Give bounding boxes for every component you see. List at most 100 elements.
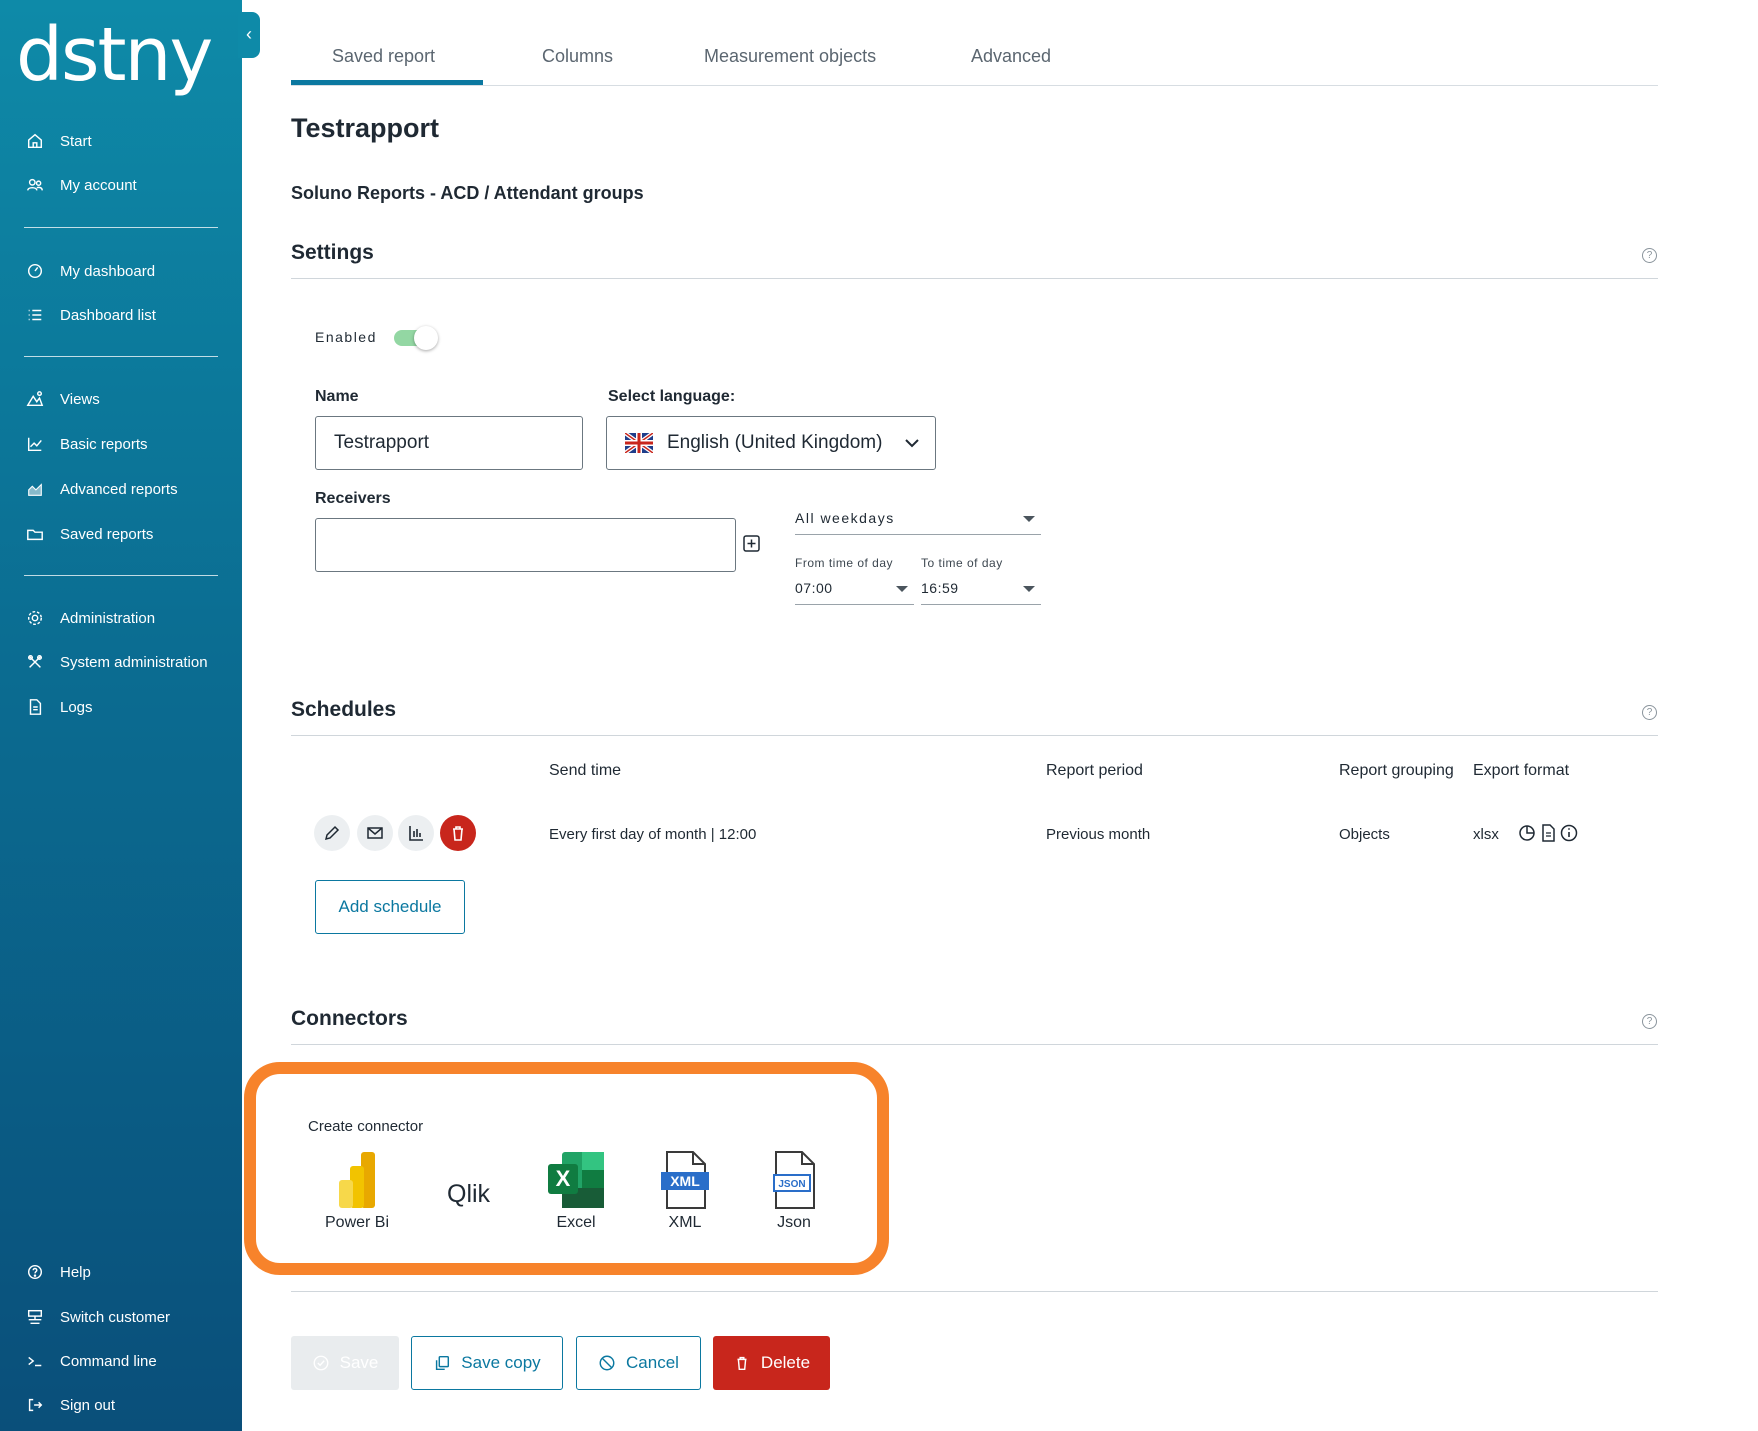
page-title: Testrapport bbox=[291, 113, 440, 143]
sidebar-item-label: Advanced reports bbox=[60, 480, 178, 498]
name-label: Name bbox=[315, 388, 359, 405]
active-tab-indicator bbox=[291, 80, 483, 85]
sidebar-item-start[interactable]: Start bbox=[24, 126, 234, 156]
sidebar-item-help[interactable]: Help bbox=[24, 1257, 234, 1287]
document-icon[interactable] bbox=[1538, 823, 1558, 843]
language-value: English (United Kingdom) bbox=[667, 432, 883, 453]
column-header-export-format: Export format bbox=[1473, 762, 1570, 779]
xml-icon: XML bbox=[661, 1151, 709, 1209]
sidebar-item-my-account[interactable]: My account bbox=[24, 170, 234, 200]
sidebar-item-label: Sign out bbox=[60, 1396, 116, 1414]
sidebar-item-sign-out[interactable]: Sign out bbox=[24, 1390, 234, 1420]
save-copy-button[interactable]: Save copy bbox=[411, 1336, 563, 1390]
sidebar: dstny Start My account My dashboard Dash… bbox=[0, 0, 242, 1431]
enabled-toggle[interactable] bbox=[394, 326, 438, 350]
views-icon bbox=[24, 388, 46, 410]
line-chart-icon bbox=[24, 433, 46, 455]
save-button: Save bbox=[291, 1336, 399, 1390]
sidebar-item-label: My dashboard bbox=[60, 262, 156, 280]
weekdays-select[interactable]: All weekdays bbox=[795, 505, 1041, 535]
dstny-logo[interactable]: dstny bbox=[16, 10, 213, 100]
delete-button[interactable]: Delete bbox=[713, 1336, 830, 1390]
excel-icon-glyph: X bbox=[556, 1166, 571, 1191]
from-time-select[interactable]: 07:00 bbox=[795, 575, 914, 605]
sidebar-item-command-line[interactable]: Command line bbox=[24, 1346, 234, 1376]
sidebar-item-switch-customer[interactable]: Switch customer bbox=[24, 1302, 234, 1332]
connectors-title: Connectors bbox=[291, 1007, 408, 1030]
toggle-knob bbox=[414, 326, 438, 350]
connector-json[interactable]: JSON Json bbox=[766, 1150, 822, 1232]
language-label: Select language: bbox=[608, 388, 736, 405]
cancel-button[interactable]: Cancel bbox=[576, 1336, 701, 1390]
tab-saved-report[interactable]: Saved report bbox=[332, 46, 435, 67]
sidebar-item-administration[interactable]: Administration bbox=[24, 603, 234, 633]
json-label: Json bbox=[777, 1214, 811, 1231]
connector-excel[interactable]: X Excel bbox=[544, 1150, 608, 1232]
tab-measurement-objects[interactable]: Measurement objects bbox=[704, 46, 876, 67]
create-connector-label: Create connector bbox=[308, 1118, 424, 1135]
envelope-icon bbox=[367, 827, 383, 839]
connector-power-bi[interactable]: Power Bi bbox=[325, 1150, 389, 1232]
caret-down-icon bbox=[1023, 516, 1035, 522]
sidebar-item-label: Logs bbox=[60, 698, 93, 716]
uk-flag-icon bbox=[625, 433, 653, 453]
sidebar-item-advanced-reports[interactable]: Advanced reports bbox=[24, 474, 234, 504]
to-time-value: 16:59 bbox=[921, 580, 959, 596]
connector-xml[interactable]: XML XML bbox=[657, 1150, 713, 1232]
to-time-select[interactable]: 16:59 bbox=[921, 575, 1041, 605]
export-format-cell: xlsx bbox=[1473, 826, 1499, 843]
json-icon: JSON bbox=[773, 1151, 815, 1209]
schedules-help-icon[interactable]: ? bbox=[1642, 705, 1657, 720]
connectors-help-icon[interactable]: ? bbox=[1642, 1014, 1657, 1029]
tab-advanced[interactable]: Advanced bbox=[971, 46, 1051, 67]
copy-icon bbox=[436, 1355, 450, 1371]
xml-label: XML bbox=[668, 1214, 702, 1231]
sidebar-item-label: Command line bbox=[60, 1352, 157, 1370]
switch-icon bbox=[24, 1306, 46, 1328]
sidebar-item-my-dashboard[interactable]: My dashboard bbox=[24, 256, 234, 286]
language-select[interactable]: English (United Kingdom) bbox=[606, 416, 936, 470]
sidebar-item-dashboard-list[interactable]: Dashboard list bbox=[24, 300, 234, 330]
cancel-label: Cancel bbox=[626, 1353, 679, 1372]
add-schedule-button[interactable]: Add schedule bbox=[315, 880, 465, 934]
sidebar-item-label: Start bbox=[60, 132, 92, 150]
caret-down-icon bbox=[896, 586, 908, 592]
sidebar-item-basic-reports[interactable]: Basic reports bbox=[24, 429, 234, 459]
name-input[interactable] bbox=[315, 416, 583, 470]
receivers-label: Receivers bbox=[315, 490, 391, 507]
pencil-icon bbox=[324, 825, 340, 841]
settings-title: Settings bbox=[291, 241, 374, 264]
receivers-input[interactable] bbox=[315, 518, 736, 572]
gauge-icon bbox=[24, 260, 46, 282]
connectors-divider bbox=[291, 1044, 1658, 1045]
sidebar-item-views[interactable]: Views bbox=[24, 384, 234, 414]
sidebar-item-system-administration[interactable]: System administration bbox=[24, 647, 234, 677]
sidebar-item-label: My account bbox=[60, 176, 137, 194]
document-icon bbox=[24, 696, 46, 718]
schedules-title: Schedules bbox=[291, 698, 397, 721]
users-icon bbox=[24, 174, 46, 196]
collapse-sidebar-button[interactable]: ‹ bbox=[238, 12, 260, 58]
sidebar-item-label: Saved reports bbox=[60, 525, 154, 543]
trash-icon bbox=[453, 826, 463, 841]
footer-divider bbox=[291, 1291, 1658, 1292]
pie-chart-icon[interactable] bbox=[1517, 823, 1537, 843]
tab-columns[interactable]: Columns bbox=[542, 46, 613, 67]
from-time-value: 07:00 bbox=[795, 580, 833, 596]
add-receiver-icon[interactable] bbox=[743, 535, 760, 552]
sidebar-item-logs[interactable]: Logs bbox=[24, 692, 234, 722]
report-period-cell: Previous month bbox=[1046, 826, 1151, 843]
sidebar-item-label: Basic reports bbox=[60, 435, 148, 453]
delete-schedule-button[interactable] bbox=[440, 815, 476, 851]
add-schedule-label: Add schedule bbox=[338, 897, 442, 916]
power-bi-icon bbox=[339, 1152, 376, 1208]
settings-help-icon[interactable]: ? bbox=[1642, 248, 1657, 263]
chart-schedule-button[interactable] bbox=[398, 815, 434, 851]
gear-icon bbox=[24, 607, 46, 629]
edit-schedule-button[interactable] bbox=[314, 815, 350, 851]
qlik-logo[interactable]: Qlik bbox=[447, 1180, 490, 1209]
info-icon[interactable] bbox=[1559, 823, 1579, 843]
caret-down-icon bbox=[1023, 586, 1035, 592]
email-schedule-button[interactable] bbox=[357, 815, 393, 851]
sidebar-item-saved-reports[interactable]: Saved reports bbox=[24, 519, 234, 549]
